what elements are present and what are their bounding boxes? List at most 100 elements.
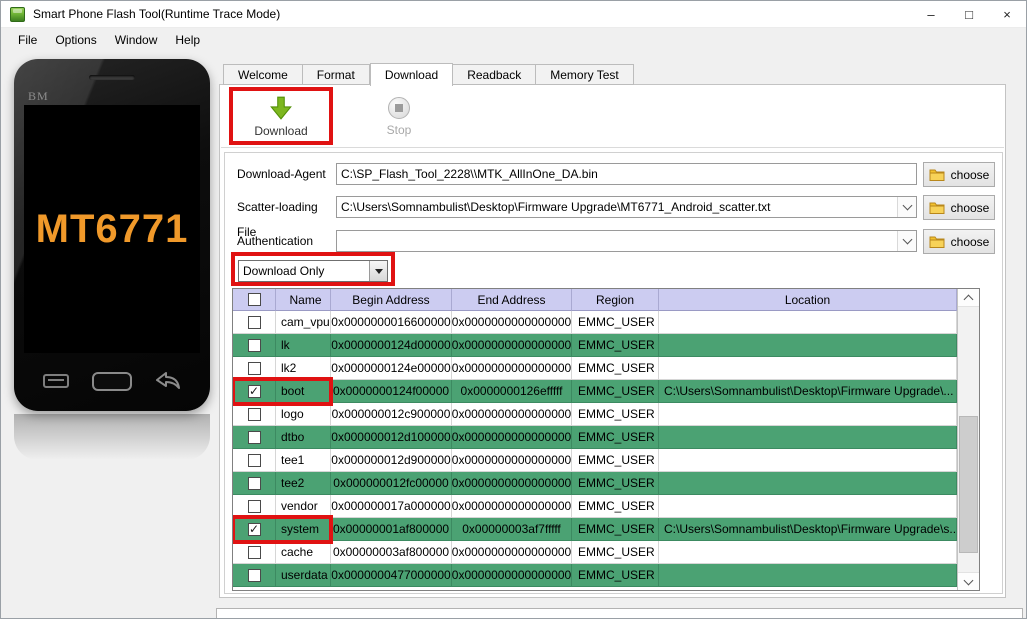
- row-checkbox[interactable]: [247, 315, 261, 329]
- row-checkbox-cell: [233, 472, 276, 495]
- cell-location[interactable]: [659, 472, 957, 495]
- table-row[interactable]: tee1 0x000000012d900000 0x0000000000000000…: [233, 449, 957, 472]
- cell-region: EMMC_USER: [572, 518, 659, 541]
- chevron-down-icon[interactable]: [369, 261, 387, 281]
- tab-format[interactable]: Format: [302, 64, 370, 85]
- scatter-file-dropdown-icon[interactable]: [897, 197, 916, 217]
- table-row[interactable]: ✓ system 0x00000001af800000 0x00000003af7ff…: [233, 515, 957, 544]
- cell-region: EMMC_USER: [572, 472, 659, 495]
- row-checkbox[interactable]: [247, 430, 261, 444]
- cell-location[interactable]: [659, 495, 957, 518]
- cell-location[interactable]: [659, 334, 957, 357]
- auth-file-input[interactable]: [336, 230, 917, 252]
- column-header-begin-address[interactable]: Begin Address: [331, 289, 452, 311]
- cell-location[interactable]: C:\Users\Somnambulist\Desktop\Firmware U…: [659, 518, 957, 541]
- tab-readback[interactable]: Readback: [453, 64, 537, 85]
- download-button[interactable]: Download: [233, 91, 329, 141]
- row-checkbox[interactable]: [247, 545, 261, 559]
- table-row[interactable]: lk2 0x0000000124e00000 0x0000000000000000 E…: [233, 357, 957, 380]
- download-agent-field: [336, 163, 917, 185]
- column-header-region[interactable]: Region: [572, 289, 659, 311]
- cell-end-address: 0x0000000000000000: [452, 311, 572, 334]
- phone-screen: MT6771: [24, 105, 200, 353]
- row-checkbox[interactable]: [247, 499, 261, 513]
- scatter-file-choose-button[interactable]: choose: [923, 195, 995, 220]
- phone-back-icon: [155, 372, 181, 390]
- column-header-end-address[interactable]: End Address: [452, 289, 572, 311]
- row-checkbox[interactable]: [247, 338, 261, 352]
- scroll-thumb[interactable]: [959, 416, 978, 553]
- cell-begin-address: 0x000000012c900000: [331, 403, 452, 426]
- menu-item-help[interactable]: Help: [166, 28, 209, 51]
- row-checkbox-cell: [233, 449, 276, 472]
- table-row[interactable]: vendor 0x000000017a000000 0x00000000000000…: [233, 495, 957, 518]
- row-checkbox-cell: [233, 357, 276, 380]
- header-checkbox[interactable]: [247, 293, 261, 306]
- cell-name: cache: [276, 541, 331, 564]
- auth-file-choose-button[interactable]: choose: [923, 229, 995, 254]
- tab-memory-test[interactable]: Memory Test: [536, 64, 634, 85]
- cell-location[interactable]: C:\Users\Somnambulist\Desktop\Firmware U…: [659, 380, 957, 403]
- tab-welcome[interactable]: Welcome: [223, 64, 303, 85]
- table-row[interactable]: cache 0x00000003af800000 0x000000000000000…: [233, 541, 957, 564]
- cell-region: EMMC_USER: [572, 403, 659, 426]
- table-scrollbar[interactable]: [957, 289, 979, 590]
- phone-menu-icon: [43, 374, 70, 388]
- table-row[interactable]: logo 0x000000012c900000 0x0000000000000000…: [233, 403, 957, 426]
- cell-region: EMMC_USER: [572, 311, 659, 334]
- menu-item-file[interactable]: File: [9, 28, 46, 51]
- cell-location[interactable]: [659, 357, 957, 380]
- cell-end-address: 0x0000000000000000: [452, 564, 572, 587]
- row-checkbox-cell: ✓: [233, 380, 276, 403]
- row-checkbox[interactable]: [247, 476, 261, 490]
- cell-end-address: 0x0000000000000000: [452, 334, 572, 357]
- scatter-file-input[interactable]: [336, 196, 917, 218]
- column-header-location[interactable]: Location: [659, 289, 957, 311]
- stop-button[interactable]: Stop: [368, 92, 430, 142]
- download-agent-choose-button[interactable]: choose: [923, 162, 995, 187]
- row-checkbox[interactable]: [247, 453, 261, 467]
- cell-begin-address: 0x000000012d900000: [331, 449, 452, 472]
- cell-name: logo: [276, 403, 331, 426]
- auth-file-dropdown-icon[interactable]: [897, 231, 916, 251]
- menu-item-options[interactable]: Options: [46, 28, 105, 51]
- row-checkbox[interactable]: ✓: [247, 384, 261, 398]
- cell-location[interactable]: [659, 541, 957, 564]
- phone-body: BM MT6771: [14, 59, 210, 411]
- minimize-button[interactable]: –: [912, 1, 950, 27]
- download-icon: [268, 95, 294, 121]
- cell-name: cam_vpu3: [276, 311, 331, 334]
- scroll-down-button[interactable]: [958, 572, 979, 590]
- stop-button-label: Stop: [386, 123, 412, 137]
- table-row[interactable]: ✓ boot 0x0000000124f00000 0x0000000126effff…: [233, 377, 957, 406]
- download-agent-input[interactable]: [336, 163, 917, 185]
- column-header-name[interactable]: Name: [276, 289, 331, 311]
- row-checkbox[interactable]: [247, 407, 261, 421]
- download-mode-select[interactable]: Download Only: [238, 260, 388, 282]
- tab-download[interactable]: Download: [369, 63, 454, 86]
- phone-speaker: [89, 75, 135, 80]
- row-checkbox[interactable]: ✓: [247, 522, 261, 536]
- cell-location[interactable]: [659, 449, 957, 472]
- folder-icon: [929, 201, 945, 214]
- cell-location[interactable]: [659, 403, 957, 426]
- cell-end-address: 0x0000000126efffff: [452, 380, 572, 403]
- row-checkbox-cell: [233, 311, 276, 334]
- cell-region: EMMC_USER: [572, 380, 659, 403]
- cell-location[interactable]: [659, 564, 957, 587]
- cell-region: EMMC_USER: [572, 426, 659, 449]
- scroll-up-button[interactable]: [958, 289, 979, 307]
- maximize-button[interactable]: □: [950, 1, 988, 27]
- auth-file-row: Authentication File choose: [225, 229, 1002, 273]
- row-checkbox[interactable]: [247, 361, 261, 375]
- table-row[interactable]: dtbo 0x000000012d100000 0x0000000000000000…: [233, 426, 957, 449]
- table-row[interactable]: lk 0x0000000124d00000 0x0000000000000000 EM…: [233, 334, 957, 357]
- cell-location[interactable]: [659, 311, 957, 334]
- table-row[interactable]: tee2 0x000000012fc00000 0x0000000000000000…: [233, 472, 957, 495]
- table-row[interactable]: cam_vpu3 0x0000000016600000 0x000000000000…: [233, 311, 957, 334]
- table-row[interactable]: userdata 0x0000000477000000 0x000000000000…: [233, 564, 957, 587]
- cell-location[interactable]: [659, 426, 957, 449]
- menu-item-window[interactable]: Window: [106, 28, 167, 51]
- close-button[interactable]: ×: [988, 1, 1026, 27]
- row-checkbox[interactable]: [247, 568, 261, 582]
